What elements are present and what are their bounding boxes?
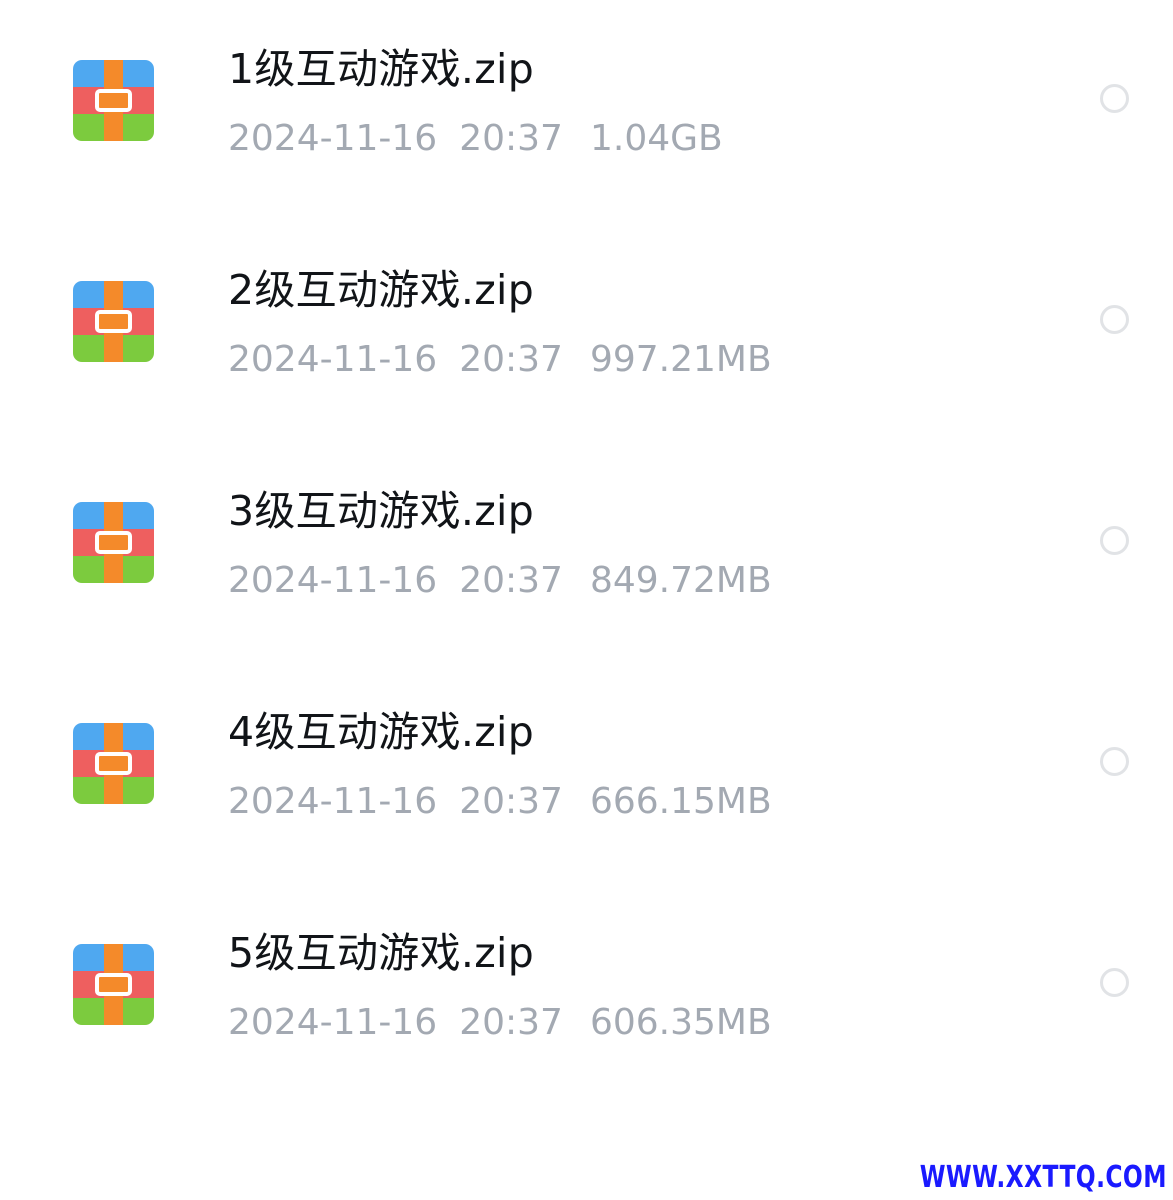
select-radio-button[interactable] (1100, 305, 1129, 334)
file-row[interactable]: 2级互动游戏.zip 2024-11-16 20:37 997.21MB (0, 221, 1173, 442)
file-date: 2024-11-16 (228, 118, 438, 159)
file-time: 20:37 (459, 1002, 563, 1043)
file-size: 997.21MB (589, 339, 772, 380)
file-meta: 2024-11-16 20:37 606.35MB (228, 1000, 772, 1046)
zip-archive-icon (73, 944, 154, 1025)
file-time: 20:37 (459, 781, 563, 822)
file-meta: 2024-11-16 20:37 666.15MB (228, 779, 772, 825)
file-row[interactable]: 1级互动游戏.zip 2024-11-16 20:37 1.04GB (0, 0, 1173, 221)
file-meta: 2024-11-16 20:37 997.21MB (228, 337, 772, 383)
select-radio-button[interactable] (1100, 968, 1129, 997)
file-row[interactable]: 5级互动游戏.zip 2024-11-16 20:37 606.35MB (0, 884, 1173, 1105)
file-name: 3级互动游戏.zip (228, 487, 535, 535)
select-radio-button[interactable] (1100, 526, 1129, 555)
file-name: 2级互动游戏.zip (228, 266, 535, 314)
file-name: 4级互动游戏.zip (228, 708, 535, 756)
file-time: 20:37 (459, 560, 563, 601)
file-size: 666.15MB (589, 781, 772, 822)
file-date: 2024-11-16 (228, 1002, 438, 1043)
file-size: 606.35MB (589, 1002, 772, 1043)
file-size: 849.72MB (589, 560, 772, 601)
file-date: 2024-11-16 (228, 339, 438, 380)
file-size: 1.04GB (589, 118, 723, 159)
file-date: 2024-11-16 (228, 560, 438, 601)
file-meta: 2024-11-16 20:37 1.04GB (228, 116, 723, 162)
select-radio-button[interactable] (1100, 747, 1129, 776)
zip-archive-icon (73, 60, 154, 141)
file-name: 1级互动游戏.zip (228, 45, 535, 93)
select-radio-button[interactable] (1100, 84, 1129, 113)
zip-archive-icon (73, 281, 154, 362)
file-meta: 2024-11-16 20:37 849.72MB (228, 558, 772, 604)
file-row[interactable]: 4级互动游戏.zip 2024-11-16 20:37 666.15MB (0, 663, 1173, 884)
file-row[interactable]: 3级互动游戏.zip 2024-11-16 20:37 849.72MB (0, 442, 1173, 663)
zip-archive-icon (73, 502, 154, 583)
zip-archive-icon (73, 723, 154, 804)
file-time: 20:37 (459, 118, 563, 159)
watermark-text: WWW.XXTTQ.COM (919, 1160, 1167, 1195)
file-time: 20:37 (459, 339, 563, 380)
file-date: 2024-11-16 (228, 781, 438, 822)
file-name: 5级互动游戏.zip (228, 929, 535, 977)
